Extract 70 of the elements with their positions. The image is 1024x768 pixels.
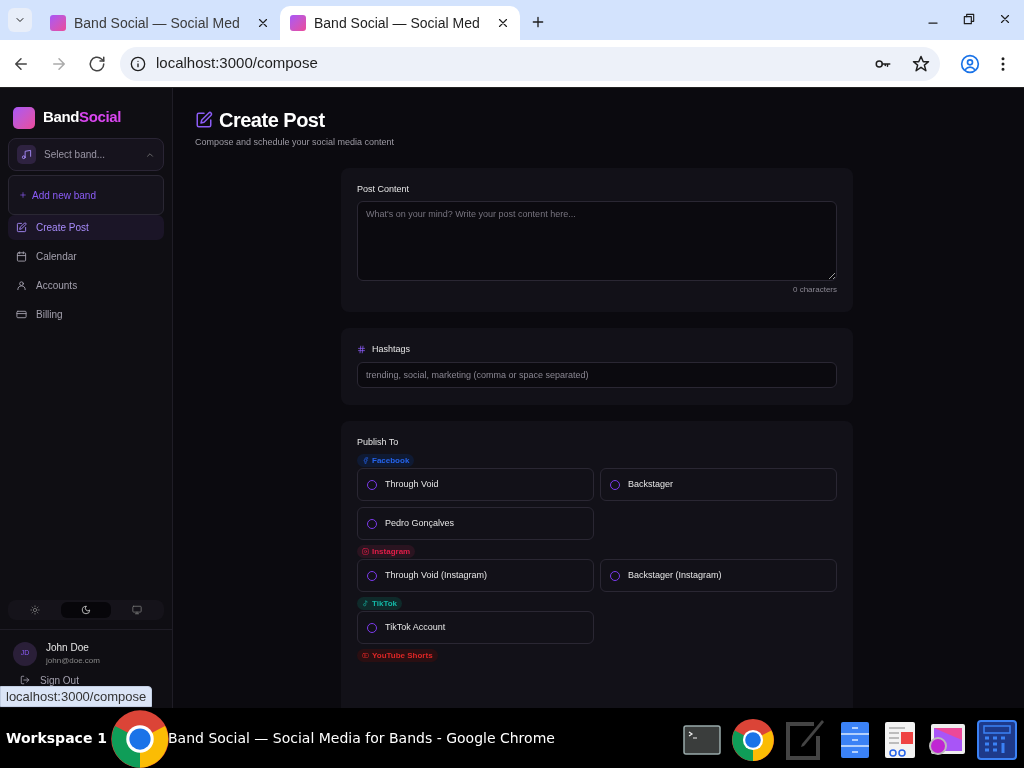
status-url-tooltip: localhost:3000/compose	[0, 686, 153, 707]
theme-toggle[interactable]	[60, 602, 112, 618]
account-option[interactable]: Through Void (Instagram)	[357, 559, 594, 592]
calendar-icon	[16, 251, 27, 262]
credit-card-icon	[16, 309, 27, 320]
nav-item[interactable]: Calendar	[8, 244, 164, 269]
logo-icon	[13, 106, 35, 129]
platform-badge: Instagram	[357, 545, 416, 558]
user-icon	[16, 280, 27, 291]
tab-title: Band Social — Social Med	[314, 13, 481, 33]
sun-icon	[30, 605, 41, 615]
document-viewer-icon[interactable]	[882, 720, 918, 760]
sign-out-button[interactable]: Sign Out	[0, 671, 172, 689]
platform-badge: Facebook	[357, 454, 415, 467]
platform-badge: TikTok	[357, 597, 403, 610]
account-option[interactable]: Backstager (Instagram)	[600, 559, 837, 592]
address-bar[interactable]: localhost:3000/compose	[120, 46, 940, 81]
log-out-icon	[20, 675, 30, 685]
url-text: localhost:3000/compose	[156, 53, 319, 74]
music-note-icon	[362, 600, 369, 607]
edit-icon	[16, 222, 27, 233]
account-option[interactable]: Pedro Gonçalves	[357, 507, 594, 540]
nav-item[interactable]: Accounts	[8, 273, 164, 298]
field-label: Publish To	[357, 435, 400, 449]
dropdown-item[interactable]: Add new band	[13, 184, 102, 206]
character-count: 0 characters	[791, 284, 837, 296]
platform-badge: YouTube Shorts	[357, 649, 438, 662]
page-title: Create Post	[219, 108, 325, 133]
chrome-icon[interactable]	[110, 708, 170, 768]
info-icon	[130, 55, 146, 72]
account-option[interactable]: Backstager	[600, 468, 837, 501]
user-email: john@doe.com	[46, 655, 100, 667]
nav-item[interactable]: Create Post	[8, 215, 164, 240]
plus-icon[interactable]	[530, 14, 546, 30]
edit-icon	[195, 111, 213, 129]
account-option[interactable]: TikTok Account	[357, 611, 594, 644]
play-icon	[362, 652, 369, 659]
band-select[interactable]: Select band...	[8, 138, 164, 171]
brand-name: BandSocial	[43, 107, 121, 128]
tab-title: Band Social — Social Med	[74, 13, 241, 33]
close-icon[interactable]	[998, 12, 1012, 26]
star-icon[interactable]	[912, 54, 930, 73]
nav-item[interactable]: Billing	[8, 302, 164, 327]
field-label: Hashtags	[372, 342, 411, 356]
close-icon[interactable]	[496, 16, 510, 30]
favicon	[50, 15, 66, 31]
restore-icon[interactable]	[962, 12, 976, 26]
user-name: John Doe	[46, 641, 90, 655]
profile-icon[interactable]	[960, 53, 980, 74]
calculator-icon[interactable]	[976, 719, 1018, 761]
browser-tab[interactable]: Band Social — Social Med	[40, 6, 280, 40]
music-note-icon	[21, 149, 32, 160]
hashtags-field[interactable]: trending, social, marketing (comma or space separated)	[357, 362, 837, 388]
favicon	[290, 15, 306, 31]
hash-icon	[357, 344, 366, 354]
workspace-label: Workspace 1	[6, 729, 108, 748]
browser-tab[interactable]: Band Social — Social Med	[280, 6, 520, 40]
plus-icon	[19, 191, 27, 199]
monitor-icon	[131, 605, 142, 615]
window-title: Band Social — Social Media for Bands - Google Chrome	[168, 729, 555, 748]
post-content-field[interactable]: What's on your mind? Write your post content here...	[357, 201, 837, 281]
facebook-icon	[362, 457, 369, 464]
instagram-icon	[362, 548, 369, 555]
page-subtitle: Compose and schedule your social media content	[195, 136, 396, 149]
reload-icon[interactable]	[88, 54, 106, 73]
moon-icon	[81, 605, 91, 615]
account-option[interactable]: Through Void	[357, 468, 594, 501]
field-label: Post Content	[357, 182, 411, 196]
chrome-icon[interactable]	[731, 718, 775, 762]
close-icon[interactable]	[256, 16, 270, 30]
